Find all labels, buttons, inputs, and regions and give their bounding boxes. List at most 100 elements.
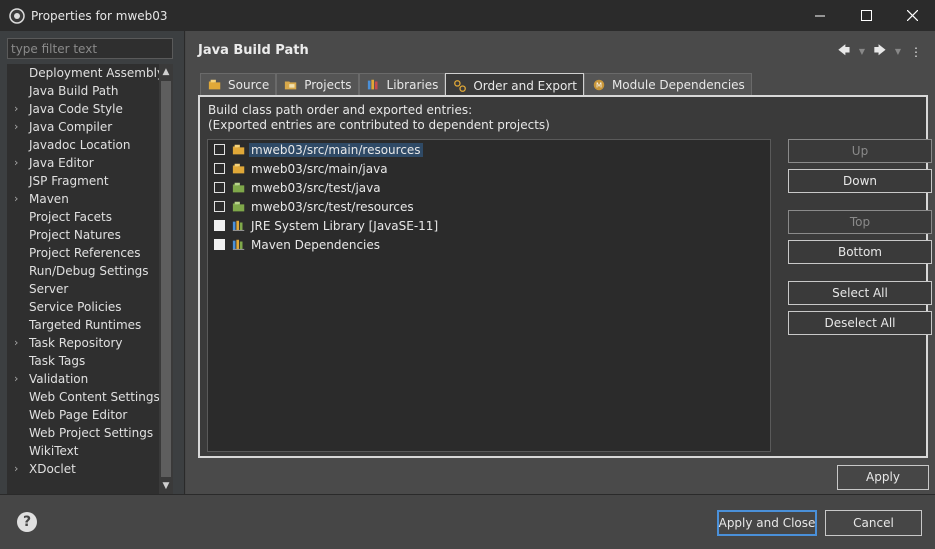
- chevron-right-icon[interactable]: ›: [14, 334, 18, 352]
- sidebar-item[interactable]: › XDoclet: [7, 460, 159, 478]
- tab-order-and-export[interactable]: Order and Export: [445, 73, 584, 97]
- tab-source[interactable]: Source: [200, 73, 277, 96]
- order-export-panel: Build class path order and exported entr…: [198, 95, 932, 458]
- sidebar-item[interactable]: Web Content Settings: [7, 388, 159, 406]
- help-icon[interactable]: ?: [17, 512, 37, 532]
- list-item[interactable]: mweb03/src/main/resources: [208, 140, 770, 159]
- bottom-button[interactable]: Bottom: [788, 240, 932, 264]
- sidebar-item[interactable]: Web Project Settings: [7, 424, 159, 442]
- tab-label: Module Dependencies: [611, 78, 745, 92]
- sidebar-item[interactable]: WikiText: [7, 442, 159, 460]
- list-item[interactable]: mweb03/src/main/java: [208, 159, 770, 178]
- tab-projects[interactable]: Projects: [276, 73, 359, 96]
- sidebar-item[interactable]: Project Natures: [7, 226, 159, 244]
- sidebar-item-label: Java Build Path: [29, 84, 119, 98]
- sidebar-item[interactable]: Javadoc Location: [7, 136, 159, 154]
- sidebar-item-label: Task Repository: [29, 336, 123, 350]
- list-item[interactable]: mweb03/src/test/resources: [208, 197, 770, 216]
- scroll-up-arrow-icon[interactable]: ▲: [159, 64, 173, 80]
- back-arrow-icon[interactable]: 🡄: [835, 41, 853, 62]
- sidebar-item[interactable]: Run/Debug Settings: [7, 262, 159, 280]
- sidebar-item-label: Task Tags: [29, 354, 86, 368]
- property-tree: Deployment Assembly Java Build Path › Java …: [7, 64, 159, 494]
- classpath-entry-list[interactable]: mweb03/src/main/resources mweb03/src/main…: [207, 139, 771, 452]
- maximize-button[interactable]: [843, 0, 889, 31]
- window-title: Properties for mweb03: [31, 8, 168, 23]
- chevron-right-icon[interactable]: ›: [14, 460, 18, 478]
- cancel-button[interactable]: Cancel: [825, 510, 922, 536]
- sidebar-item-label: Maven: [29, 192, 69, 206]
- projects-icon: [283, 78, 299, 92]
- sidebar-item[interactable]: › Java Editor: [7, 154, 159, 172]
- tab-label: Source: [228, 78, 270, 92]
- tab-module-dependencies[interactable]: M Module Dependencies: [583, 73, 752, 96]
- top-button[interactable]: Top: [788, 210, 932, 234]
- sidebar-item-label: Validation: [29, 372, 89, 386]
- sidebar-item[interactable]: Service Policies: [7, 298, 159, 316]
- apply-and-close-button[interactable]: Apply and Close: [717, 510, 817, 536]
- back-dropdown-icon[interactable]: ▼: [857, 47, 867, 56]
- sidebar-item-label: Targeted Runtimes: [29, 318, 142, 332]
- chevron-right-icon[interactable]: ›: [14, 190, 18, 208]
- chevron-right-icon[interactable]: ›: [14, 154, 18, 172]
- export-checkbox[interactable]: [214, 239, 225, 250]
- export-checkbox[interactable]: [214, 182, 225, 193]
- sidebar-item[interactable]: › Java Code Style: [7, 100, 159, 118]
- export-checkbox[interactable]: [214, 201, 225, 212]
- close-button[interactable]: [889, 0, 935, 31]
- sidebar-item[interactable]: JSP Fragment: [7, 172, 159, 190]
- sidebar-item-label: Java Editor: [29, 156, 94, 170]
- sidebar-item[interactable]: Task Tags: [7, 352, 159, 370]
- description-line-2: (Exported entries are contributed to dep…: [208, 118, 550, 132]
- sidebar-item-label: Javadoc Location: [29, 138, 131, 152]
- libraries-icon: [366, 78, 382, 92]
- sidebar-item[interactable]: Project References: [7, 244, 159, 262]
- forward-arrow-icon[interactable]: 🡆: [871, 41, 889, 62]
- filter-input[interactable]: [7, 38, 173, 59]
- sidebar-scrollbar[interactable]: ▲ ▼: [159, 64, 173, 494]
- select-all-button[interactable]: Select All: [788, 281, 932, 305]
- sidebar-item-label: Java Compiler: [29, 120, 113, 134]
- list-item[interactable]: mweb03/src/test/java: [208, 178, 770, 197]
- tab-libraries[interactable]: Libraries: [358, 73, 446, 96]
- down-button[interactable]: Down: [788, 169, 932, 193]
- minimize-icon: [814, 15, 825, 17]
- sidebar: Deployment Assembly Java Build Path › Java …: [0, 31, 185, 494]
- chevron-right-icon[interactable]: ›: [14, 370, 18, 388]
- export-checkbox[interactable]: [214, 144, 225, 155]
- entry-label: Maven Dependencies: [251, 237, 381, 252]
- sidebar-item-label: WikiText: [29, 444, 79, 458]
- sidebar-item-label: Project Facets: [29, 210, 112, 224]
- sidebar-item-label: Deployment Assembly: [29, 66, 159, 80]
- svg-text:M: M: [596, 82, 602, 90]
- sidebar-item[interactable]: Web Page Editor: [7, 406, 159, 424]
- sidebar-item[interactable]: Deployment Assembly: [7, 64, 159, 82]
- sidebar-item[interactable]: Targeted Runtimes: [7, 316, 159, 334]
- scroll-down-arrow-icon[interactable]: ▼: [159, 478, 173, 494]
- apply-button[interactable]: Apply: [837, 465, 929, 490]
- sidebar-item[interactable]: › Task Repository: [7, 334, 159, 352]
- sidebar-item[interactable]: Server: [7, 280, 159, 298]
- sidebar-item[interactable]: › Java Compiler: [7, 118, 159, 136]
- library-icon: [231, 219, 247, 233]
- export-checkbox[interactable]: [214, 220, 225, 231]
- forward-dropdown-icon[interactable]: ▼: [893, 47, 903, 56]
- more-menu-icon[interactable]: ⋮: [907, 45, 925, 59]
- sidebar-item-label: Project References: [29, 246, 141, 260]
- sidebar-item-label: Project Natures: [29, 228, 121, 242]
- export-checkbox[interactable]: [214, 163, 225, 174]
- sidebar-item[interactable]: Java Build Path: [7, 82, 159, 100]
- minimize-button[interactable]: [797, 0, 843, 31]
- test-folder-icon: [231, 200, 247, 214]
- chevron-right-icon[interactable]: ›: [14, 118, 18, 136]
- list-item[interactable]: JRE System Library [JavaSE-11]: [208, 216, 770, 235]
- tab-bar: Source Projects Libraries Order and Export M…: [200, 73, 752, 97]
- deselect-all-button[interactable]: Deselect All: [788, 311, 932, 335]
- sidebar-item[interactable]: › Validation: [7, 370, 159, 388]
- sidebar-item[interactable]: › Maven: [7, 190, 159, 208]
- sidebar-item[interactable]: Project Facets: [7, 208, 159, 226]
- up-button[interactable]: Up: [788, 139, 932, 163]
- scrollbar-thumb[interactable]: [161, 81, 171, 477]
- list-item[interactable]: Maven Dependencies: [208, 235, 770, 254]
- chevron-right-icon[interactable]: ›: [14, 100, 18, 118]
